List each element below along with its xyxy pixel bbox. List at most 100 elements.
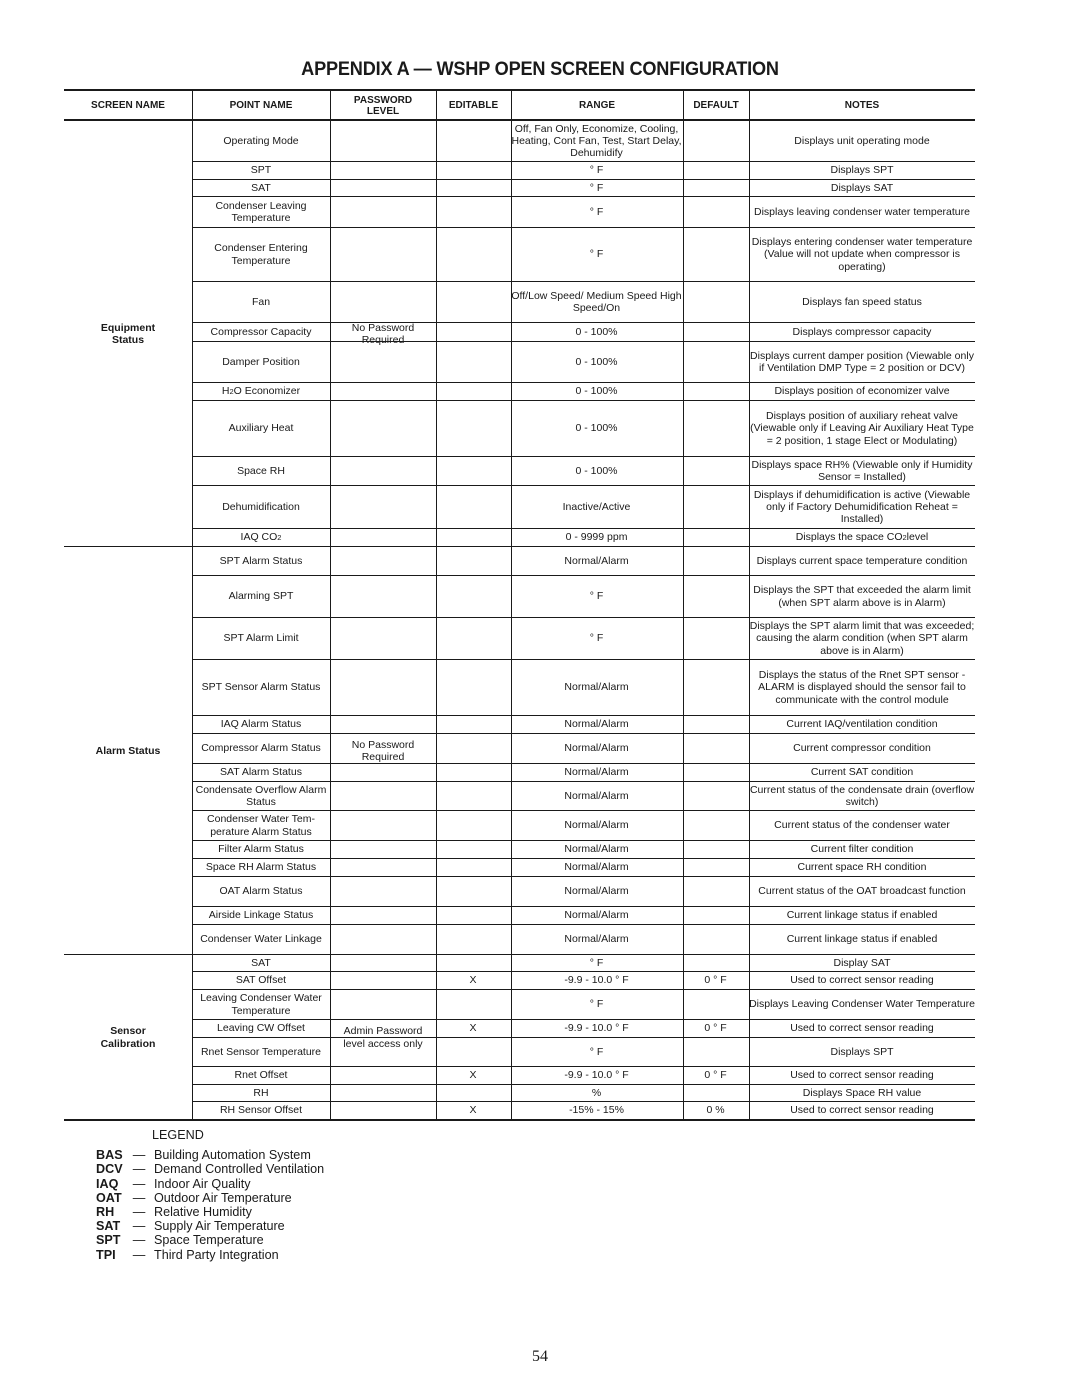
table-row: Condenser Water Tem- perature Alarm Stat… xyxy=(192,811,975,841)
header-point-name: POINT NAME xyxy=(229,100,293,111)
range-cell: ° F xyxy=(589,590,604,603)
range-cell: % xyxy=(591,1086,602,1099)
legend-abbreviation: OAT xyxy=(96,1190,122,1205)
point-name-cell: Fan xyxy=(251,295,271,308)
default-cell xyxy=(683,955,748,971)
editable-cell xyxy=(436,841,510,858)
point-name-cell: SAT xyxy=(251,181,271,194)
legend-meaning: Relative Humidity xyxy=(154,1205,252,1220)
editable-cell xyxy=(436,764,510,781)
range-cell: Normal/Alarm xyxy=(564,909,629,922)
default-cell xyxy=(683,342,748,382)
legend-dash: — xyxy=(132,1233,146,1248)
point-name-cell: H2O Economizer xyxy=(221,385,301,398)
legend-abbreviation: DCV xyxy=(96,1162,123,1177)
point-name-cell: Condenser Water Linkage xyxy=(200,933,322,946)
notes-cell: Current linkage status if enabled xyxy=(786,933,938,946)
table-row: Damper Position 0 - 100% Displays current … xyxy=(192,342,975,383)
table-row: Space RH 0 - 100% Displays space RH% (View… xyxy=(192,457,975,486)
notes-cell: Displays fan speed status xyxy=(802,295,922,308)
table-row: IAQ CO 2 0 - 9999 ppm Displays the space CO… xyxy=(192,529,975,547)
editable-cell xyxy=(436,457,510,485)
default-cell xyxy=(683,228,748,281)
notes-cell: Display SAT xyxy=(833,956,891,969)
screen-name-cell: Sensor Calibration xyxy=(100,1025,156,1050)
range-cell: 0 - 100% xyxy=(575,385,618,398)
default-cell xyxy=(683,457,748,485)
default-cell xyxy=(683,907,748,924)
default-cell xyxy=(683,121,748,161)
legend-abbreviation: SAT xyxy=(96,1219,121,1234)
editable-cell xyxy=(436,180,510,196)
column-divider xyxy=(749,91,750,1120)
legend-dash: — xyxy=(132,1190,146,1205)
notes-cell: Displays the status of the Rnet SPT sens… xyxy=(758,669,966,706)
point-name-cell: Space RH Alarm Status xyxy=(205,861,317,874)
header-range: RANGE xyxy=(578,100,616,111)
point-name-cell: Operating Mode xyxy=(223,134,299,147)
notes-cell: Current linkage status if enabled xyxy=(786,909,938,922)
default-cell xyxy=(683,162,748,179)
legend-item: SPT — Space Temperature xyxy=(96,1233,324,1247)
point-name-cell: Rnet Offset xyxy=(234,1069,288,1082)
table-row: Fan Off/Low Speed/ Medium Speed High Spee… xyxy=(192,282,975,323)
notes-cell: Used to correct sensor reading xyxy=(790,1022,934,1035)
point-name-cell: SAT xyxy=(251,956,271,969)
editable-cell xyxy=(436,660,510,715)
range-cell: Normal/Alarm xyxy=(564,681,629,694)
editable-cell xyxy=(436,383,510,400)
editable-cell xyxy=(436,1038,510,1066)
point-name-cell: Airside Linkage Status xyxy=(208,909,314,922)
header-screen-name: SCREEN NAME xyxy=(91,100,165,111)
notes-cell: Displays current space temperature condi… xyxy=(756,554,968,567)
legend-meaning: Indoor Air Quality xyxy=(154,1176,251,1191)
default-cell xyxy=(683,1038,748,1066)
screen-name-cell: Alarm Status xyxy=(95,744,161,757)
default-cell xyxy=(683,716,748,733)
table-row: Compressor Capacity 0 - 100% Displays comp… xyxy=(192,323,975,342)
legend-meaning: Supply Air Temperature xyxy=(154,1219,285,1234)
range-cell: ° F xyxy=(589,205,604,218)
header-password-level-line1: PASSWORD xyxy=(353,94,413,106)
default-cell xyxy=(683,401,748,456)
editable-cell xyxy=(436,877,510,906)
point-name-cell: Condenser Water Tem- perature Alarm Stat… xyxy=(207,813,315,838)
range-cell: Off/Low Speed/ Medium Speed High Speed/O… xyxy=(511,289,682,314)
legend-abbreviation: SPT xyxy=(96,1233,121,1248)
legend: LEGEND BAS — Building Automation System DCV… xyxy=(96,1128,324,1262)
table-row: SPT Alarm Limit ° F Displays the SPT alarm… xyxy=(192,618,975,660)
default-cell xyxy=(683,547,748,575)
table-row: Operating Mode Off, Fan Only, Economize, … xyxy=(192,121,975,162)
point-name-cell: Space RH xyxy=(237,464,285,477)
editable-cell xyxy=(436,323,510,341)
notes-cell: Displays current damper position (Viewab… xyxy=(750,349,974,374)
notes-cell: Current status of the OAT broadcast func… xyxy=(758,885,966,898)
range-cell: -15% - 15% xyxy=(569,1104,624,1117)
table-row: SAT ° F Displays SAT xyxy=(192,180,975,197)
table-row: H2O Economizer 0 - 100% Displays position … xyxy=(192,383,975,401)
notes-cell: Displays leaving condenser water tempera… xyxy=(754,205,970,218)
notes-cell: Displays SPT xyxy=(830,164,894,177)
notes-cell: Displays if dehumidification is active (… xyxy=(753,488,971,526)
table-row: Filter Alarm Status Normal/Alarm Current f… xyxy=(192,841,975,859)
range-cell: ° F xyxy=(589,956,604,969)
table-row: Rnet Sensor Temperature ° F Displays SPT xyxy=(192,1038,975,1067)
default-cell xyxy=(683,660,748,715)
table-row: SPT Alarm Status Normal/Alarm Displays cur… xyxy=(192,547,975,576)
editable-cell xyxy=(436,401,510,456)
range-cell: ° F xyxy=(589,248,604,261)
range-cell: Normal/Alarm xyxy=(564,843,629,856)
header-default: DEFAULT xyxy=(693,100,739,111)
default-cell xyxy=(683,282,748,322)
notes-cell: Current IAQ/ventilation condition xyxy=(786,718,938,731)
point-name-cell: Compressor Alarm Status xyxy=(201,742,321,755)
legend-item: TPI — Third Party Integration xyxy=(96,1248,324,1262)
editable-cell: X xyxy=(469,1104,477,1117)
table-row: SPT Sensor Alarm Status Normal/Alarm Displ… xyxy=(192,660,975,716)
table-row: Leaving Condenser Water Temperature ° F Di… xyxy=(192,990,975,1020)
notes-cell: Displays position of auxiliary reheat va… xyxy=(750,410,974,447)
notes-cell: Current status of the condensate drain (… xyxy=(749,783,975,808)
range-cell: ° F xyxy=(589,632,604,645)
default-cell xyxy=(683,925,748,954)
table-row: IAQ Alarm Status Normal/Alarm Current IAQ/… xyxy=(192,716,975,734)
